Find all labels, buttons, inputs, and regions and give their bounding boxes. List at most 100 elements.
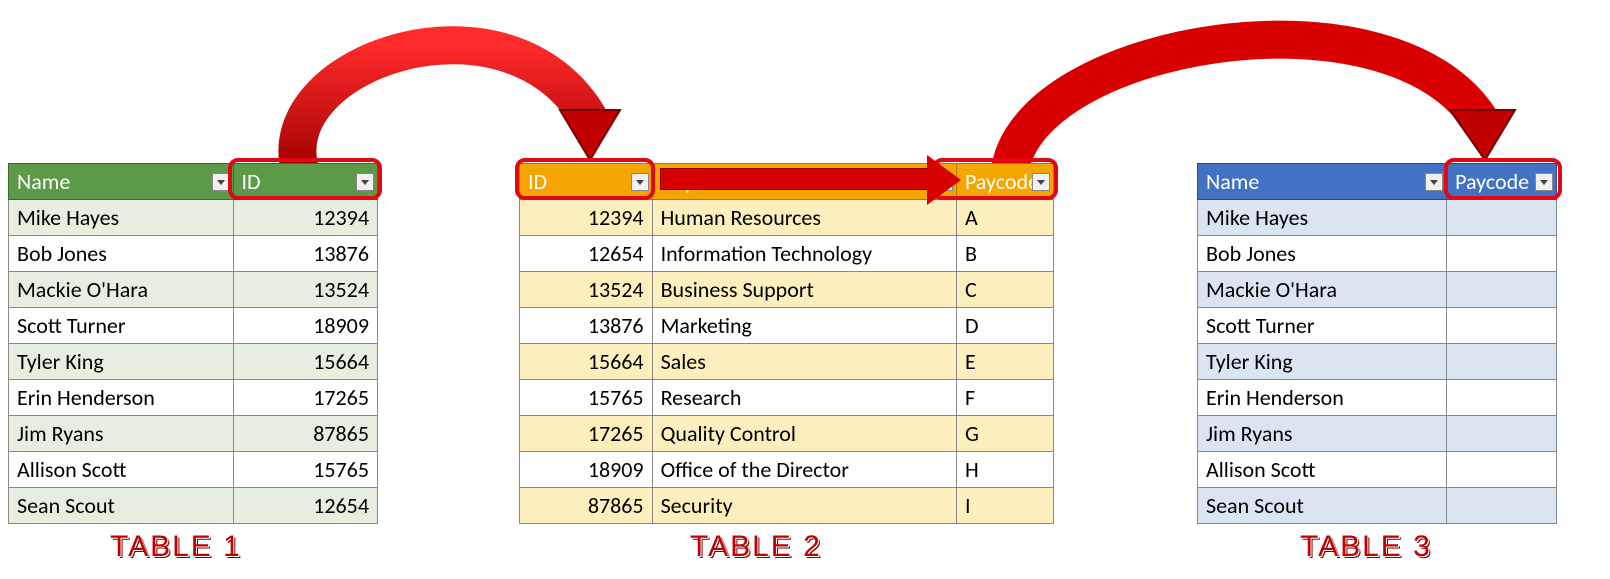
table-row: 12654Information TechnologyB (520, 236, 1054, 272)
cell-id: 12654 (520, 236, 653, 272)
cell-paycode (1447, 200, 1557, 236)
cell-id: 18909 (520, 452, 653, 488)
table-row: 15765ResearchF (520, 380, 1054, 416)
table-row: Allison Scott15765 (9, 452, 378, 488)
table2-header-paycode[interactable]: Paycode (957, 164, 1054, 200)
cell-name: Tyler King (9, 344, 234, 380)
table-row: Mike Hayes12394 (9, 200, 378, 236)
arrow-id-to-paycode (660, 168, 932, 190)
table-row: Mike Hayes (1198, 200, 1557, 236)
cell-paycode (1447, 344, 1557, 380)
cell-id: 12394 (233, 200, 378, 236)
table-3: Name Paycode Mike HayesBob JonesMackie O… (1197, 163, 1557, 524)
table-1: Name ID Mike Hayes12394Bob Jones13876Mac… (8, 163, 378, 524)
table-row: Jim Ryans87865 (9, 416, 378, 452)
cell-dept: Sales (652, 344, 956, 380)
table-row: 17265Quality ControlG (520, 416, 1054, 452)
table-row: Allison Scott (1198, 452, 1557, 488)
cell-id: 12654 (233, 488, 378, 524)
cell-name: Sean Scout (1198, 488, 1447, 524)
table3-header-name[interactable]: Name (1198, 164, 1447, 200)
cell-dept: Security (652, 488, 956, 524)
filter-dropdown-icon[interactable] (1425, 173, 1443, 191)
cell-paycode (1447, 380, 1557, 416)
cell-name: Jim Ryans (9, 416, 234, 452)
table-row: Mackie O'Hara (1198, 272, 1557, 308)
cell-id: 87865 (233, 416, 378, 452)
cell-id: 13524 (520, 272, 653, 308)
filter-dropdown-icon[interactable] (1535, 173, 1553, 191)
cell-dept: Information Technology (652, 236, 956, 272)
cell-paycode: E (957, 344, 1054, 380)
cell-paycode: G (957, 416, 1054, 452)
caption-table1: TABLE 1 (110, 530, 242, 564)
filter-dropdown-icon[interactable] (212, 173, 230, 191)
table-row: 18909Office of the DirectorH (520, 452, 1054, 488)
header-label: Paycode (1455, 168, 1529, 195)
table-2: ID Department Paycode 12394Human Resourc… (519, 163, 1054, 524)
cell-name: Scott Turner (1198, 308, 1447, 344)
cell-name: Mackie O'Hara (1198, 272, 1447, 308)
cell-paycode: B (957, 236, 1054, 272)
cell-id: 15765 (520, 380, 653, 416)
filter-dropdown-icon[interactable] (631, 173, 649, 191)
cell-paycode (1447, 272, 1557, 308)
filter-dropdown-icon[interactable] (1032, 173, 1050, 191)
table-row: Erin Henderson (1198, 380, 1557, 416)
cell-id: 87865 (520, 488, 653, 524)
cell-id: 15664 (520, 344, 653, 380)
table-row: Mackie O'Hara13524 (9, 272, 378, 308)
table-row: 13524Business SupportC (520, 272, 1054, 308)
table-row: Bob Jones13876 (9, 236, 378, 272)
cell-id: 12394 (520, 200, 653, 236)
caption-table2: TABLE 2 (690, 530, 822, 564)
cell-paycode: D (957, 308, 1054, 344)
cell-paycode (1447, 416, 1557, 452)
table3-header-paycode[interactable]: Paycode (1447, 164, 1557, 200)
cell-dept: Quality Control (652, 416, 956, 452)
cell-id: 13524 (233, 272, 378, 308)
cell-id: 13876 (233, 236, 378, 272)
cell-id: 18909 (233, 308, 378, 344)
cell-name: Allison Scott (9, 452, 234, 488)
header-label: Name (1206, 168, 1259, 195)
table-row: 13876MarketingD (520, 308, 1054, 344)
arrow-table1-to-table2 (210, 0, 640, 175)
cell-dept: Research (652, 380, 956, 416)
cell-name: Erin Henderson (9, 380, 234, 416)
table-row: Sean Scout12654 (9, 488, 378, 524)
header-label: ID (242, 168, 261, 195)
header-label: Paycode (965, 168, 1039, 195)
table-row: 12394Human ResourcesA (520, 200, 1054, 236)
cell-id: 17265 (233, 380, 378, 416)
table-row: 15664SalesE (520, 344, 1054, 380)
table-row: Tyler King (1198, 344, 1557, 380)
table1-header-name[interactable]: Name (9, 164, 234, 200)
cell-paycode: A (957, 200, 1054, 236)
table1-header-id[interactable]: ID (233, 164, 378, 200)
cell-name: Jim Ryans (1198, 416, 1447, 452)
cell-dept: Marketing (652, 308, 956, 344)
filter-dropdown-icon[interactable] (356, 173, 374, 191)
table-row: Tyler King15664 (9, 344, 378, 380)
cell-paycode: F (957, 380, 1054, 416)
cell-id: 15765 (233, 452, 378, 488)
cell-name: Tyler King (1198, 344, 1447, 380)
cell-paycode (1447, 236, 1557, 272)
cell-name: Bob Jones (9, 236, 234, 272)
cell-name: Erin Henderson (1198, 380, 1447, 416)
table-row: Scott Turner18909 (9, 308, 378, 344)
cell-name: Allison Scott (1198, 452, 1447, 488)
cell-dept: Office of the Director (652, 452, 956, 488)
cell-dept: Business Support (652, 272, 956, 308)
table2-header-id[interactable]: ID (520, 164, 653, 200)
header-label: Name (17, 168, 70, 195)
header-label: ID (528, 168, 547, 195)
table-row: Scott Turner (1198, 308, 1557, 344)
cell-id: 15664 (233, 344, 378, 380)
cell-paycode (1447, 488, 1557, 524)
cell-id: 17265 (520, 416, 653, 452)
cell-name: Sean Scout (9, 488, 234, 524)
table-row: Sean Scout (1198, 488, 1557, 524)
table-row: 87865SecurityI (520, 488, 1054, 524)
